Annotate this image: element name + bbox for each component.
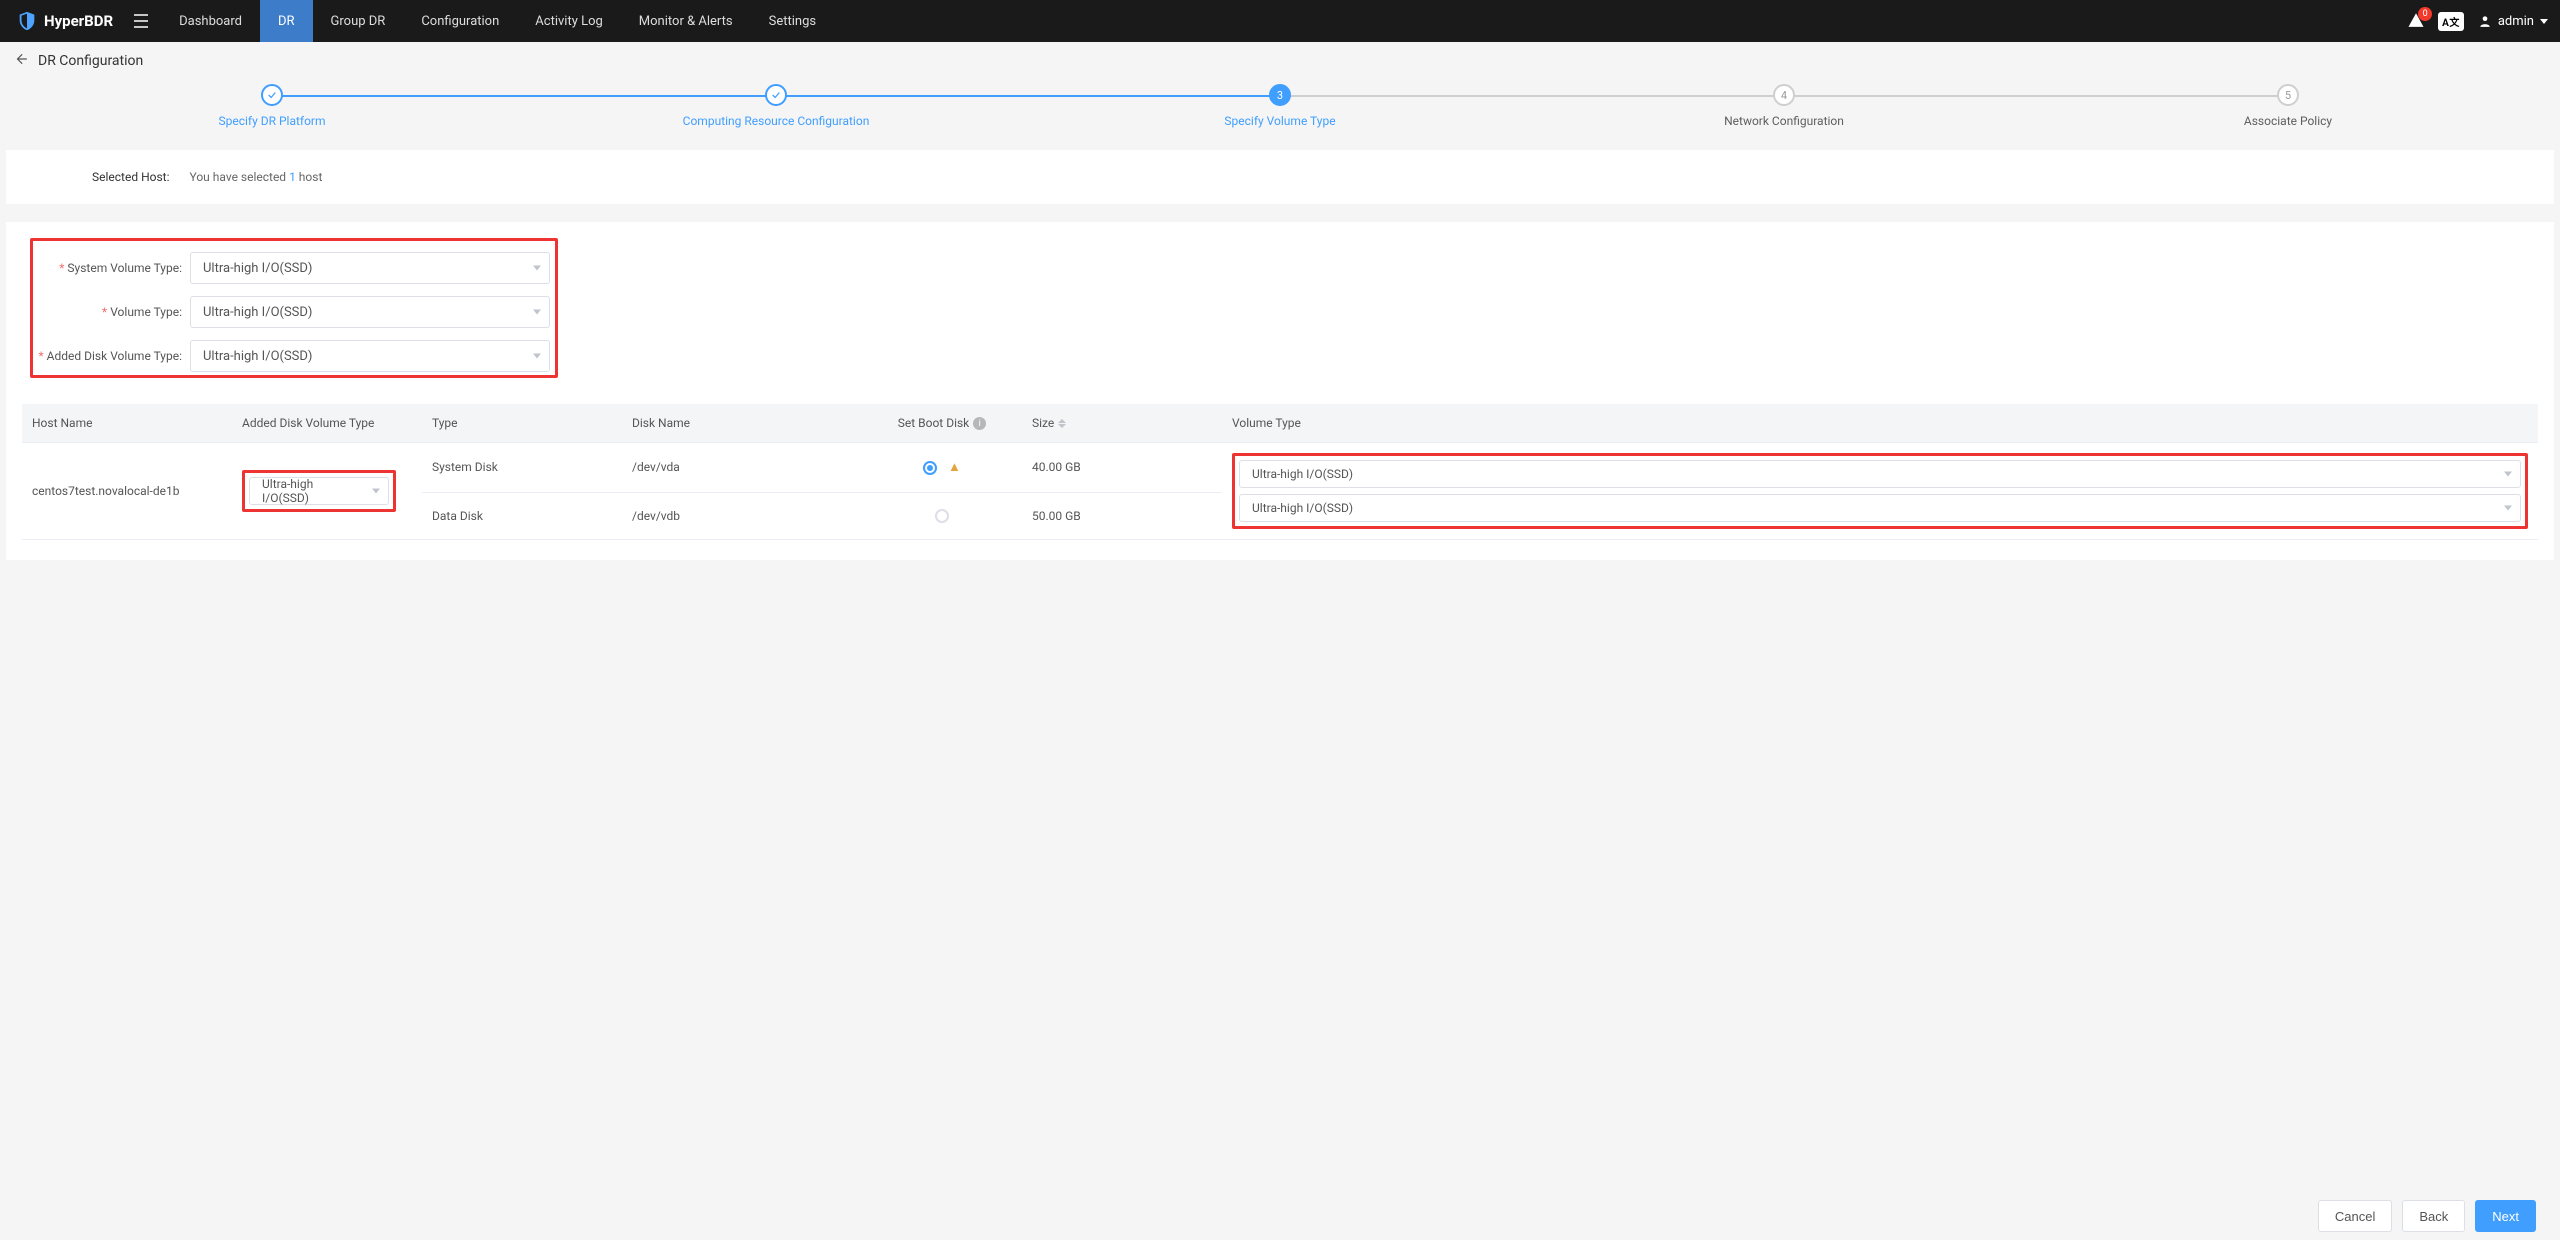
- check-icon: [771, 90, 781, 100]
- system-volume-type-select[interactable]: Ultra-high I/O(SSD): [190, 252, 550, 284]
- brand-name: HyperBDR: [44, 12, 113, 30]
- step-2-circle: [765, 84, 787, 106]
- cell-disk-name: /dev/vdb: [622, 492, 862, 540]
- cell-host-name: centos7test.novalocal-de1b: [22, 443, 232, 540]
- user-icon: [2478, 14, 2492, 28]
- chevron-down-icon: [372, 489, 380, 494]
- sort-icon: [1058, 419, 1066, 428]
- step-1-label: Specify DR Platform: [218, 114, 325, 128]
- step-5[interactable]: 5 Associate Policy: [2036, 84, 2540, 128]
- th-set-boot-disk: Set Boot Diski: [862, 404, 1022, 443]
- annotation-highlight-added-disk-select: Ultra-high I/O(SSD): [242, 470, 396, 512]
- step-1[interactable]: Specify DR Platform: [20, 84, 524, 128]
- nav-item-activity-log[interactable]: Activity Log: [517, 0, 621, 42]
- volume-type-label: *Volume Type:: [32, 305, 182, 319]
- cell-size: 50.00 GB: [1022, 492, 1222, 540]
- hamburger-icon: [133, 14, 149, 28]
- step-2-label: Computing Resource Configuration: [683, 114, 870, 128]
- cancel-button[interactable]: Cancel: [2318, 1200, 2392, 1232]
- breadcrumb: DR Configuration: [0, 42, 2560, 80]
- boot-disk-radio[interactable]: [935, 509, 949, 523]
- cell-volume-type: Ultra-high I/O(SSD) Ultra-high I/O(SSD): [1222, 443, 2538, 540]
- menu-toggle-button[interactable]: [121, 14, 161, 28]
- cell-type: Data Disk: [422, 492, 622, 540]
- breadcrumb-title: DR Configuration: [38, 53, 143, 69]
- cell-type: System Disk: [422, 443, 622, 492]
- chevron-down-icon: [2504, 472, 2512, 477]
- back-button[interactable]: Back: [2402, 1200, 2465, 1232]
- system-volume-type-label: *System Volume Type:: [32, 261, 182, 275]
- nav-item-dashboard[interactable]: Dashboard: [161, 0, 260, 42]
- step-4[interactable]: 4 Network Configuration: [1532, 84, 2036, 128]
- selected-host-ribbon: Selected Host: You have selected 1 host: [6, 150, 2554, 204]
- alerts-badge: 0: [2418, 7, 2432, 21]
- top-nav: HyperBDR Dashboard DR Group DR Configura…: [0, 0, 2560, 42]
- nav-item-group-dr[interactable]: Group DR: [313, 0, 404, 42]
- step-5-circle: 5: [2277, 84, 2299, 106]
- step-3-label: Specify Volume Type: [1224, 114, 1335, 128]
- row-volume-type-select-1[interactable]: Ultra-high I/O(SSD): [1239, 494, 2521, 522]
- language-button[interactable]: A文: [2438, 12, 2464, 31]
- row-volume-type-select-0[interactable]: Ultra-high I/O(SSD): [1239, 460, 2521, 488]
- main-panel: *System Volume Type: Ultra-high I/O(SSD)…: [6, 222, 2554, 560]
- th-volume-type: Volume Type: [1222, 404, 2538, 443]
- nav-items: Dashboard DR Group DR Configuration Acti…: [161, 0, 834, 42]
- table-row: centos7test.novalocal-de1b Ultra-high I/…: [22, 443, 2538, 492]
- cell-boot: [862, 492, 1022, 540]
- chevron-down-icon: [533, 266, 541, 271]
- chevron-down-icon: [533, 354, 541, 359]
- nav-item-dr[interactable]: DR: [260, 0, 313, 42]
- row-added-disk-volume-type-select[interactable]: Ultra-high I/O(SSD): [249, 477, 389, 505]
- arrow-left-icon: [14, 52, 28, 66]
- th-size[interactable]: Size: [1022, 404, 1222, 443]
- step-progress: Specify DR Platform Computing Resource C…: [0, 80, 2560, 142]
- cell-added-disk-volume-type: Ultra-high I/O(SSD): [232, 443, 422, 540]
- cell-disk-name: /dev/vda: [622, 443, 862, 492]
- chevron-down-icon: [2504, 506, 2512, 511]
- brand-logo: HyperBDR: [8, 10, 121, 32]
- selected-host-value: You have selected 1 host: [190, 170, 323, 184]
- th-disk-name: Disk Name: [622, 404, 862, 443]
- step-4-label: Network Configuration: [1724, 114, 1844, 128]
- footer-buttons: Cancel Back Next: [2318, 1200, 2536, 1232]
- th-type: Type: [422, 404, 622, 443]
- chevron-down-icon: [533, 310, 541, 315]
- user-menu[interactable]: admin: [2478, 14, 2548, 29]
- nav-item-settings[interactable]: Settings: [751, 0, 834, 42]
- step-4-circle: 4: [1773, 84, 1795, 106]
- step-3-circle: 3: [1269, 84, 1291, 106]
- next-button[interactable]: Next: [2475, 1200, 2536, 1232]
- added-disk-volume-type-select[interactable]: Ultra-high I/O(SSD): [190, 340, 550, 372]
- disk-table: Host Name Added Disk Volume Type Type Di…: [22, 404, 2538, 540]
- cell-size: 40.00 GB: [1022, 443, 1222, 492]
- th-added-disk-volume-type: Added Disk Volume Type: [232, 404, 422, 443]
- annotation-highlight-volume-type-selects: Ultra-high I/O(SSD) Ultra-high I/O(SSD): [1232, 453, 2528, 529]
- nav-item-configuration[interactable]: Configuration: [403, 0, 517, 42]
- back-button[interactable]: [14, 52, 28, 70]
- step-5-label: Associate Policy: [2244, 114, 2332, 128]
- nav-right: 0 A文 admin: [2408, 12, 2548, 31]
- alerts-button[interactable]: 0: [2408, 13, 2424, 29]
- check-icon: [267, 90, 277, 100]
- th-host-name: Host Name: [22, 404, 232, 443]
- nav-item-monitor-alerts[interactable]: Monitor & Alerts: [621, 0, 751, 42]
- volume-type-select[interactable]: Ultra-high I/O(SSD): [190, 296, 550, 328]
- added-disk-volume-type-label: *Added Disk Volume Type:: [32, 349, 182, 363]
- volume-type-form: *System Volume Type: Ultra-high I/O(SSD)…: [22, 234, 2538, 398]
- cell-boot: ▲: [862, 443, 1022, 492]
- lang-badge: A文: [2438, 12, 2464, 31]
- selected-host-label: Selected Host:: [92, 170, 170, 184]
- warning-icon: ▲: [948, 460, 961, 475]
- boot-disk-radio[interactable]: [923, 461, 937, 475]
- chevron-down-icon: [2540, 19, 2548, 24]
- step-2[interactable]: Computing Resource Configuration: [524, 84, 1028, 128]
- shield-icon: [16, 10, 38, 32]
- step-3[interactable]: 3 Specify Volume Type: [1028, 84, 1532, 128]
- info-icon[interactable]: i: [973, 417, 986, 430]
- user-name: admin: [2498, 14, 2534, 29]
- step-1-circle: [261, 84, 283, 106]
